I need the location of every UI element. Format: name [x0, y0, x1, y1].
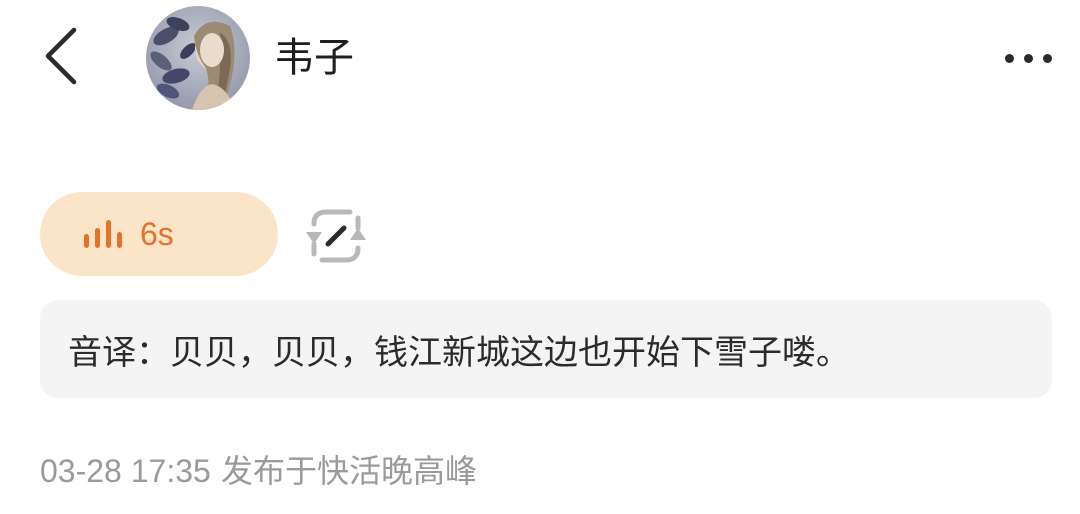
username[interactable]: 韦子 — [274, 30, 354, 86]
publish-info: 发布于快活晚高峰 — [220, 452, 477, 490]
chevron-left-icon — [45, 27, 77, 85]
timestamp: 03-28 17:35 — [40, 453, 211, 489]
sound-bar — [95, 228, 100, 248]
avatar-image — [146, 6, 250, 110]
more-button[interactable] — [996, 40, 1060, 76]
more-dot-3 — [1042, 53, 1052, 63]
more-dot-2 — [1023, 53, 1033, 63]
more-dot-1 — [1004, 53, 1014, 63]
avatar[interactable] — [146, 6, 250, 110]
post-meta: 03-28 17:35 发布于快活晚高峰 — [40, 446, 477, 496]
page: 韦子 6s 音译：贝贝，贝贝，钱江新城这边也开始下雪子喽。 03-28 17:3… — [0, 0, 1080, 514]
transcript-text: 音译：贝贝，贝贝，钱江新城这边也开始下雪子喽。 — [68, 332, 850, 373]
sound-bar — [117, 232, 122, 248]
voice-message-bubble[interactable]: 6s — [40, 192, 278, 276]
transcript-box: 音译：贝贝，贝贝，钱江新城这边也开始下雪子喽。 — [40, 300, 1052, 398]
voice-duration: 6s — [140, 215, 174, 252]
sound-bar — [106, 220, 111, 248]
sound-bar — [84, 234, 89, 248]
sound-bars-icon — [84, 220, 122, 248]
edit-refresh-icon — [306, 209, 366, 263]
edit-transcript-button[interactable] — [300, 204, 372, 268]
back-button[interactable] — [40, 24, 100, 88]
